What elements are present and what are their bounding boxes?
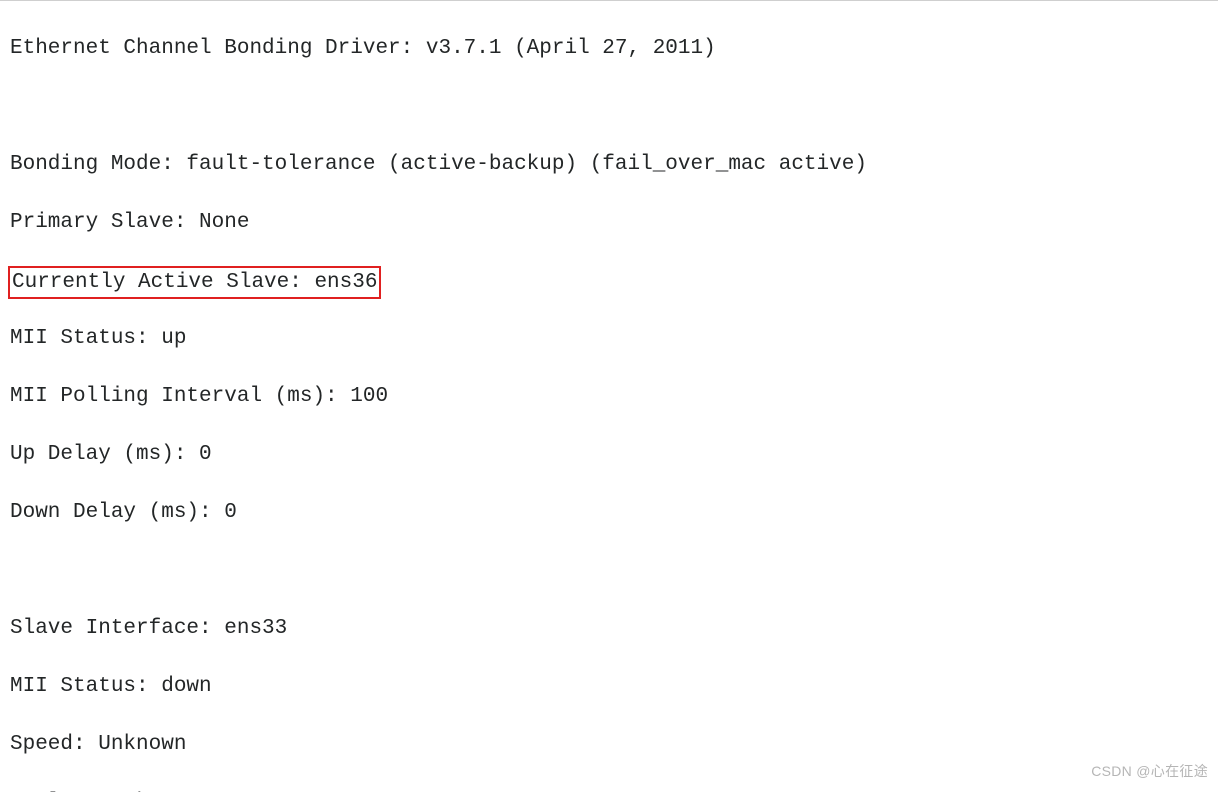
mii-status: MII Status: up (10, 324, 1208, 353)
slave1-mii-status: MII Status: down (10, 672, 1208, 701)
primary-slave: Primary Slave: None (10, 208, 1208, 237)
slave1-iface: Slave Interface: ens33 (10, 614, 1208, 643)
highlight-active-slave: Currently Active Slave: ens36 (8, 266, 381, 299)
down-delay: Down Delay (ms): 0 (10, 498, 1208, 527)
driver-line: Ethernet Channel Bonding Driver: v3.7.1 … (10, 34, 1208, 63)
slave1-duplex: Duplex: Unknown (10, 788, 1208, 792)
up-delay: Up Delay (ms): 0 (10, 440, 1208, 469)
terminal-output[interactable]: Ethernet Channel Bonding Driver: v3.7.1 … (0, 0, 1218, 792)
blank-line (10, 92, 1208, 121)
watermark-text: CSDN @心在征途 (1091, 757, 1208, 786)
slave1-speed: Speed: Unknown (10, 730, 1208, 759)
active-slave-line: Currently Active Slave: ens36 (10, 266, 1208, 295)
bonding-mode: Bonding Mode: fault-tolerance (active-ba… (10, 150, 1208, 179)
blank-line (10, 556, 1208, 585)
mii-polling: MII Polling Interval (ms): 100 (10, 382, 1208, 411)
